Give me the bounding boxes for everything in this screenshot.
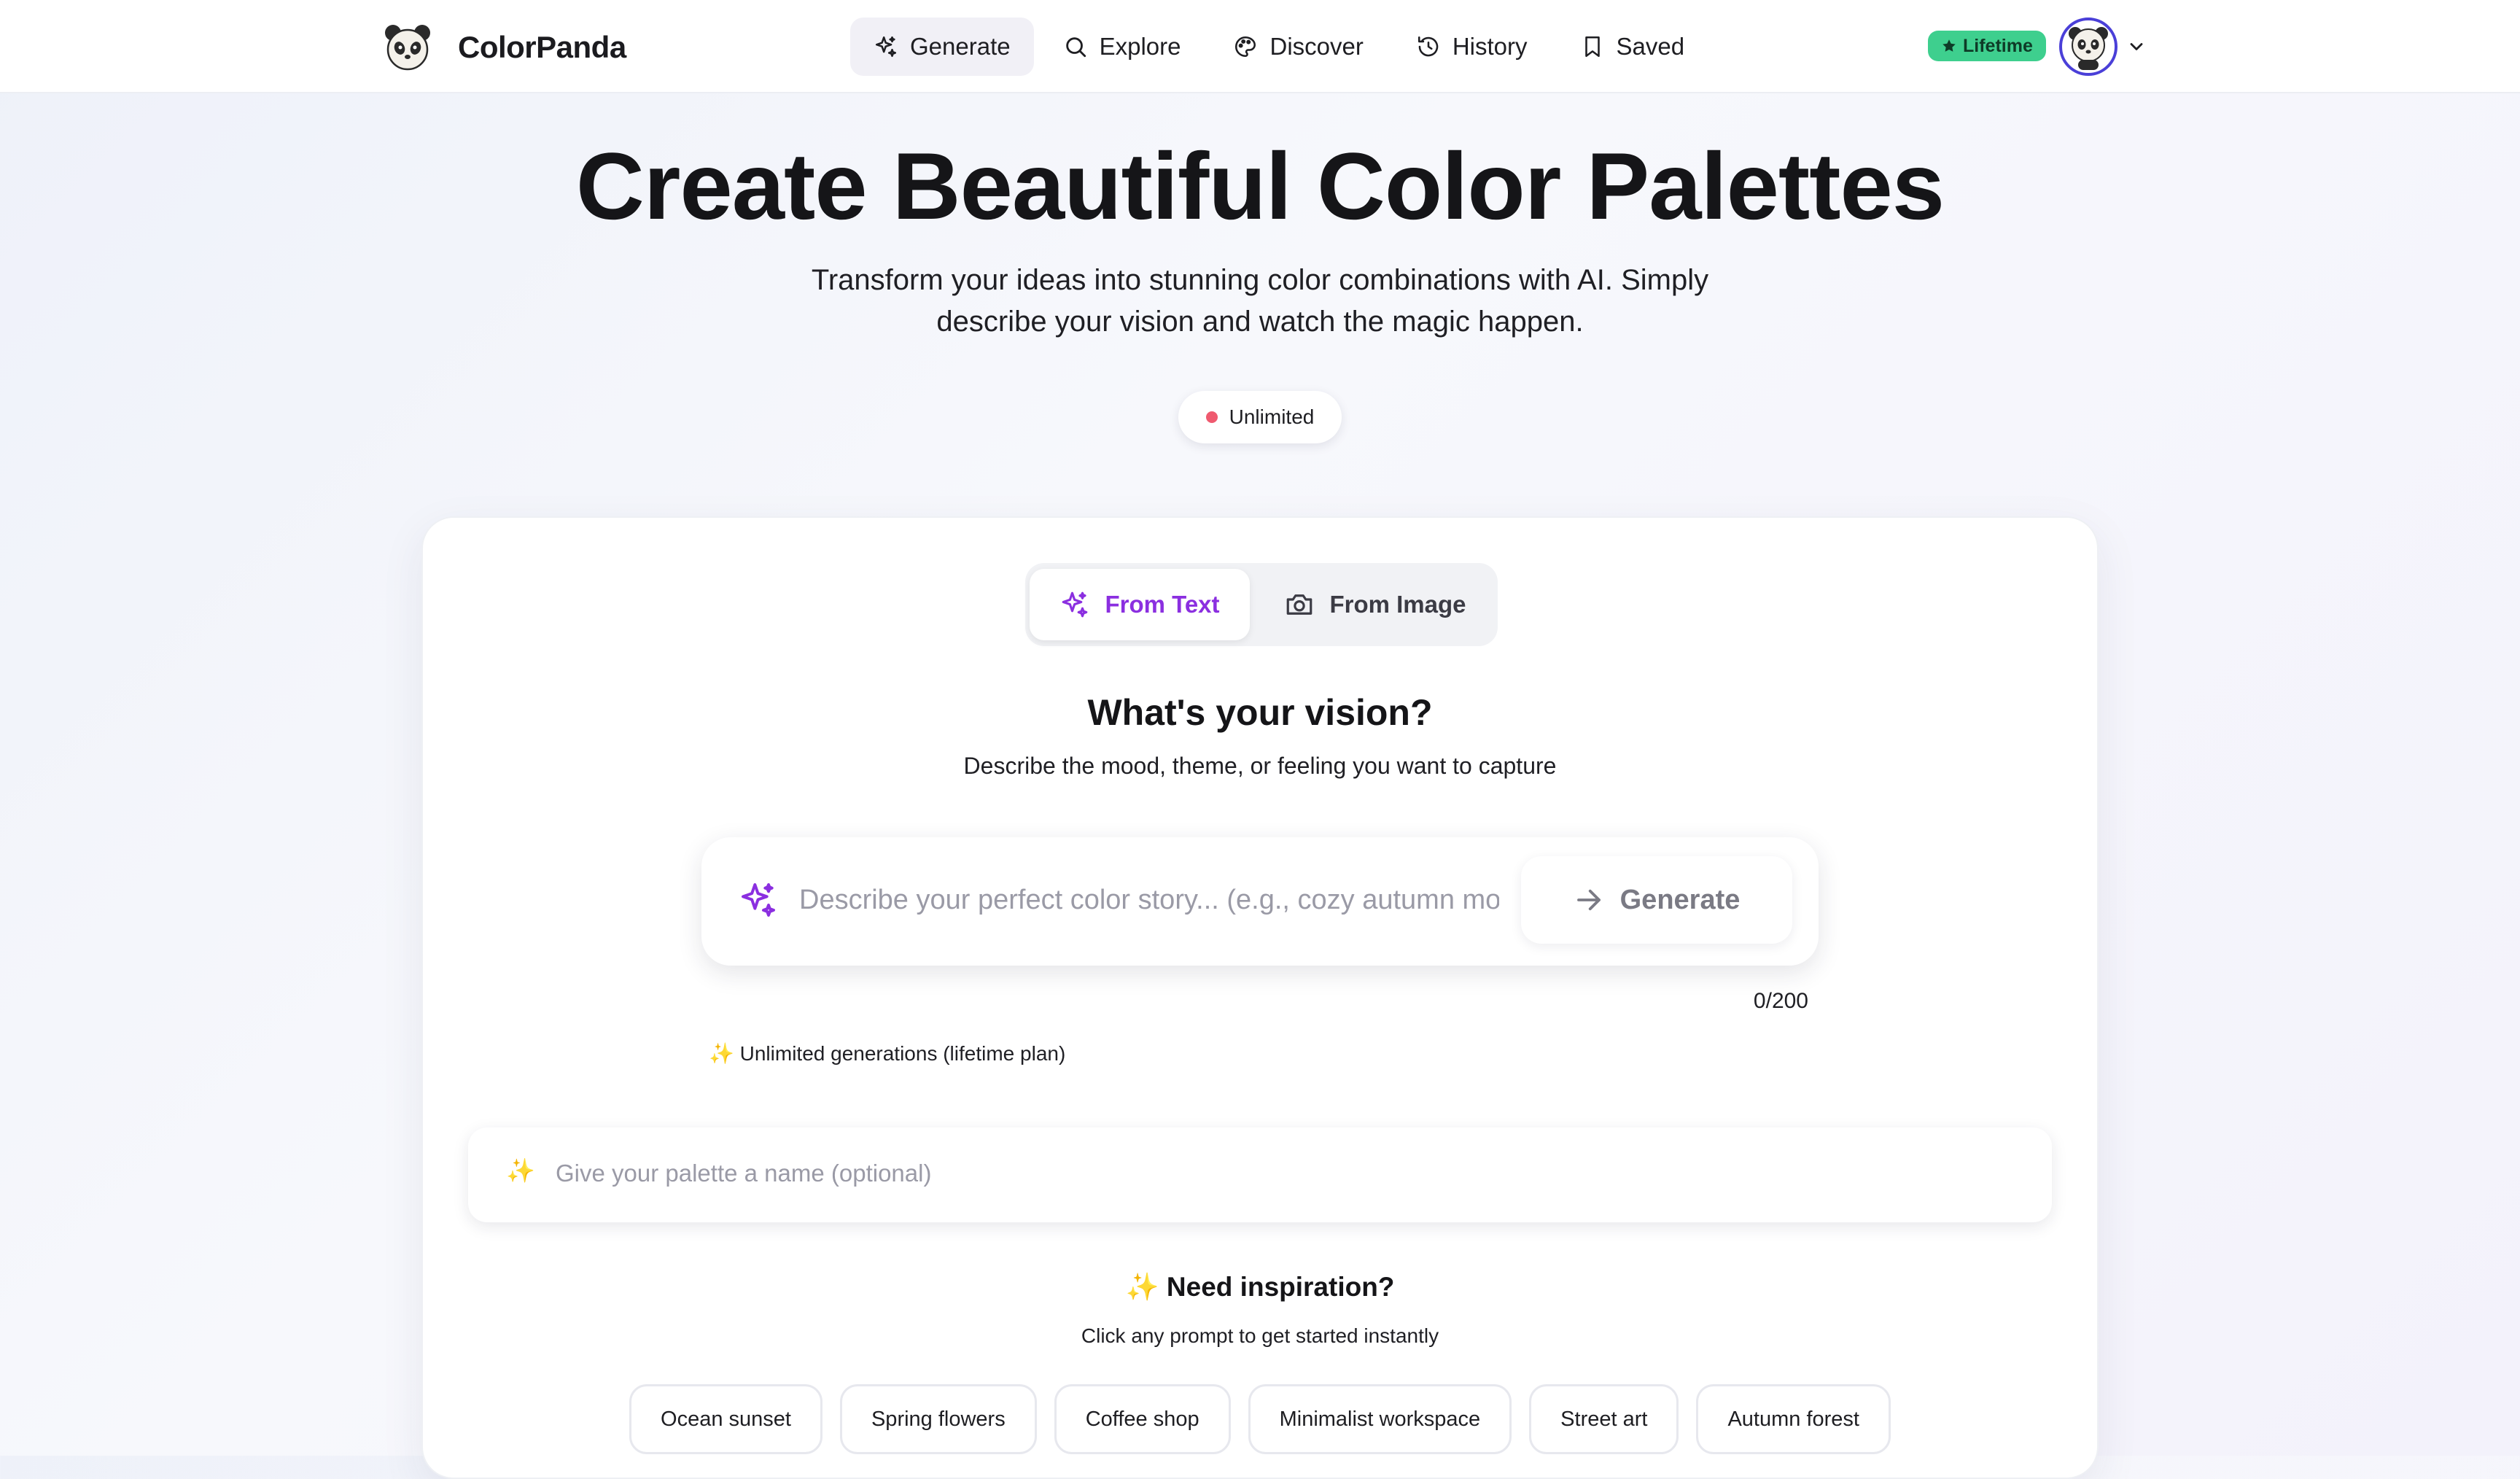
inspiration-chip-ocean-sunset[interactable]: Ocean sunset [629, 1384, 822, 1454]
inspiration-chip-minimalist-workspace[interactable]: Minimalist workspace [1248, 1384, 1512, 1454]
vision-heading: What's your vision? [1087, 692, 1433, 733]
camera-icon [1287, 594, 1312, 615]
vision-description: Describe the mood, theme, or feeling you… [963, 753, 1557, 779]
main-nav: Generate Explore Discover History Saved [850, 18, 1708, 76]
panda-logo-icon [385, 25, 430, 71]
inspiration-heading: ✨ Need inspiration? [1125, 1272, 1395, 1302]
unlimited-status-pill: Unlimited [1178, 391, 1342, 443]
page-title: Create Beautiful Color Palettes [575, 133, 1945, 239]
arrow-right-icon [1576, 889, 1601, 911]
generate-button-label: Generate [1619, 884, 1741, 915]
sparkle-emoji-icon: ✨ [506, 1157, 535, 1184]
palette-name-input[interactable] [554, 1148, 1940, 1199]
search-icon [1065, 37, 1086, 58]
inspiration-chip-spring-flowers[interactable]: Spring flowers [839, 1384, 1037, 1454]
page-subtitle: Transform your ideas into stunning color… [811, 264, 1709, 338]
sparkles-icon [742, 883, 775, 917]
nav-discover-label: Discover [1269, 33, 1364, 60]
brand-home-link[interactable]: ColorPanda [382, 22, 626, 73]
nav-generate[interactable]: Generate [850, 18, 1034, 76]
history-icon [1418, 36, 1439, 57]
character-counter: 0/200 [1753, 989, 1808, 1013]
from-image-tab[interactable]: From Image [1266, 569, 1485, 640]
inspiration-chip-autumn-forest[interactable]: Autumn forest [1696, 1384, 1891, 1454]
unlimited-status-label: Unlimited [1229, 405, 1315, 428]
nav-discover[interactable]: Discover [1210, 18, 1386, 76]
panda-avatar-icon [2069, 27, 2108, 70]
top-navigation-bar: ColorPanda Generate Explore Discover His… [0, 0, 2520, 93]
palette-icon [1235, 36, 1256, 58]
lifetime-plan-badge: Lifetime [1928, 31, 2046, 61]
nav-history-label: History [1452, 33, 1528, 60]
input-mode-toggle: From Text From Image [1025, 563, 1498, 646]
nav-history[interactable]: History [1393, 18, 1551, 76]
inspiration-prompts: Ocean sunset Spring flowers Coffee shop … [0, 1384, 2520, 1454]
from-text-tab[interactable]: From Text [1030, 569, 1250, 640]
user-avatar[interactable] [2059, 18, 2118, 76]
status-dot-icon [1205, 411, 1218, 423]
lifetime-badge-label: Lifetime [1963, 35, 2033, 56]
from-image-label: From Image [1329, 591, 1466, 618]
star-icon [1942, 39, 1956, 52]
bookmark-icon [1584, 36, 1600, 58]
inspiration-description: Click any prompt to get started instantl… [1081, 1324, 1439, 1347]
unlimited-generations-note: ✨ Unlimited generations (lifetime plan) [709, 1042, 1066, 1065]
generate-button[interactable]: Generate [1521, 856, 1792, 944]
prompt-input[interactable] [798, 872, 1501, 928]
nav-saved[interactable]: Saved [1557, 18, 1708, 76]
inspiration-chip-street-art[interactable]: Street art [1529, 1384, 1679, 1454]
inspiration-chip-coffee-shop[interactable]: Coffee shop [1054, 1384, 1231, 1454]
chevron-down-icon[interactable] [2126, 36, 2147, 57]
sparkles-icon [1062, 591, 1088, 618]
from-text-label: From Text [1105, 591, 1220, 618]
sparkles-icon [875, 36, 897, 58]
nav-generate-label: Generate [910, 33, 1011, 60]
nav-explore-label: Explore [1099, 33, 1181, 60]
brand-name: ColorPanda [458, 30, 626, 64]
nav-saved-label: Saved [1616, 33, 1685, 60]
nav-explore[interactable]: Explore [1040, 18, 1205, 76]
